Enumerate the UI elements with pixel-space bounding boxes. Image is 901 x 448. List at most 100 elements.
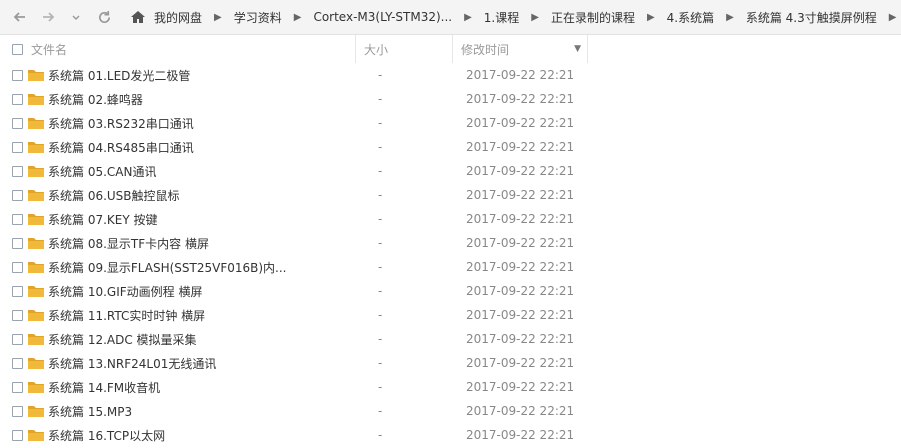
row-checkbox[interactable] bbox=[12, 333, 23, 345]
file-row[interactable]: 系统篇 08.显示TF卡内容 横屏 - 2017-09-22 22:21 bbox=[0, 231, 901, 255]
file-row[interactable]: 系统篇 14.FM收音机 - 2017-09-22 22:21 bbox=[0, 375, 901, 399]
home-icon[interactable] bbox=[130, 10, 146, 24]
file-name[interactable]: 系统篇 07.KEY 按键 bbox=[48, 211, 366, 228]
file-row[interactable]: 系统篇 05.CAN通讯 - 2017-09-22 22:21 bbox=[0, 159, 901, 183]
file-row[interactable]: 系统篇 10.GIF动画例程 横屏 - 2017-09-22 22:21 bbox=[0, 279, 901, 303]
file-size: - bbox=[378, 428, 383, 442]
forward-button[interactable] bbox=[34, 3, 62, 31]
file-row[interactable]: 系统篇 01.LED发光二极管 - 2017-09-22 22:21 bbox=[0, 63, 901, 87]
row-checkbox[interactable] bbox=[12, 165, 23, 177]
file-name[interactable]: 系统篇 04.RS485串口通讯 bbox=[48, 139, 366, 156]
row-checkbox[interactable] bbox=[12, 381, 23, 393]
file-date: 2017-09-22 22:21 bbox=[466, 164, 575, 178]
chevron-right-icon: ▶ bbox=[214, 11, 222, 23]
folder-icon bbox=[28, 406, 44, 417]
breadcrumb-item[interactable]: 我的网盘 bbox=[150, 9, 206, 26]
file-name[interactable]: 系统篇 11.RTC实时时钟 横屏 bbox=[48, 307, 366, 324]
file-row[interactable]: 系统篇 13.NRF24L01无线通讯 - 2017-09-22 22:21 bbox=[0, 351, 901, 375]
breadcrumb-item[interactable]: 4.系统篇 bbox=[663, 9, 718, 26]
file-name[interactable]: 系统篇 12.ADC 模拟量采集 bbox=[48, 331, 366, 348]
row-checkbox[interactable] bbox=[12, 141, 23, 153]
folder-icon bbox=[28, 286, 44, 297]
file-name[interactable]: 系统篇 08.显示TF卡内容 横屏 bbox=[48, 235, 366, 252]
file-date: 2017-09-22 22:21 bbox=[466, 212, 575, 226]
breadcrumb: 我的网盘 ▶ 学习资料 ▶ Cortex-M3(LY-STM32)... ▶ 1… bbox=[130, 9, 901, 26]
file-row[interactable]: 系统篇 09.显示FLASH(SST25VF016B)内... - 2017-09-… bbox=[0, 255, 901, 279]
breadcrumb-item[interactable]: 正在录制的课程 bbox=[547, 9, 639, 26]
file-size: - bbox=[378, 236, 383, 250]
row-checkbox[interactable] bbox=[12, 117, 23, 129]
file-size: - bbox=[378, 188, 383, 202]
file-name[interactable]: 系统篇 02.蜂鸣器 bbox=[48, 91, 366, 108]
file-row[interactable]: 系统篇 11.RTC实时时钟 横屏 - 2017-09-22 22:21 bbox=[0, 303, 901, 327]
chevron-right-icon: ▶ bbox=[888, 11, 897, 23]
file-size: - bbox=[378, 212, 383, 226]
chevron-right-icon: ▶ bbox=[646, 11, 655, 23]
row-checkbox[interactable] bbox=[12, 69, 23, 81]
sort-chevron-icon[interactable]: ▼ bbox=[574, 44, 581, 54]
chevron-right-icon: ▶ bbox=[293, 11, 302, 23]
file-size: - bbox=[378, 284, 383, 298]
file-name[interactable]: 系统篇 16.TCP以太网 bbox=[48, 427, 366, 444]
file-date: 2017-09-22 22:21 bbox=[466, 380, 575, 394]
file-row[interactable]: 系统篇 03.RS232串口通讯 - 2017-09-22 22:21 bbox=[0, 111, 901, 135]
row-checkbox[interactable] bbox=[12, 189, 23, 201]
folder-icon bbox=[28, 238, 44, 249]
refresh-icon bbox=[98, 10, 110, 23]
folder-icon bbox=[28, 334, 44, 345]
folder-icon bbox=[28, 310, 44, 321]
back-button[interactable] bbox=[6, 3, 34, 31]
file-name[interactable]: 系统篇 15.MP3 bbox=[48, 403, 366, 420]
file-size: - bbox=[378, 116, 383, 130]
file-row[interactable]: 系统篇 15.MP3- 2017-09-22 22:21 bbox=[0, 399, 901, 423]
row-checkbox[interactable] bbox=[12, 405, 23, 417]
row-checkbox[interactable] bbox=[12, 237, 23, 249]
file-name[interactable]: 系统篇 06.USB触控鼠标 bbox=[48, 187, 366, 204]
column-header-name[interactable]: 文件名 bbox=[0, 35, 355, 63]
row-checkbox[interactable] bbox=[12, 285, 23, 297]
file-row[interactable]: 系统篇 07.KEY 按键 - 2017-09-22 22:21 bbox=[0, 207, 901, 231]
file-size: - bbox=[378, 164, 383, 178]
column-header-date[interactable]: 修改时间 ▼ bbox=[452, 35, 588, 63]
row-checkbox[interactable] bbox=[12, 357, 23, 369]
file-size: - bbox=[378, 260, 383, 274]
dropdown-button[interactable] bbox=[62, 3, 90, 31]
folder-icon bbox=[28, 214, 44, 225]
select-all-checkbox[interactable] bbox=[12, 43, 23, 55]
breadcrumb-item-current[interactable]: 系统篇 4.3寸触摸屏例程 bbox=[742, 9, 881, 26]
file-name[interactable]: 系统篇 14.FM收音机 bbox=[48, 379, 366, 396]
chevron-right-icon: ▶ bbox=[464, 11, 472, 23]
file-date: 2017-09-22 22:21 bbox=[466, 236, 575, 250]
row-checkbox[interactable] bbox=[12, 429, 23, 441]
file-name[interactable]: 系统篇 09.显示FLASH(SST25VF016B)内... bbox=[48, 259, 366, 276]
folder-icon bbox=[28, 358, 44, 369]
file-name[interactable]: 系统篇 13.NRF24L01无线通讯 bbox=[48, 355, 366, 372]
folder-icon bbox=[28, 70, 44, 81]
row-checkbox[interactable] bbox=[12, 309, 23, 321]
file-row[interactable]: 系统篇 02.蜂鸣器 - 2017-09-22 22:21 bbox=[0, 87, 901, 111]
file-name[interactable]: 系统篇 10.GIF动画例程 横屏 bbox=[48, 283, 366, 300]
row-checkbox[interactable] bbox=[12, 213, 23, 225]
breadcrumb-item[interactable]: 1.课程 bbox=[480, 9, 523, 26]
file-name[interactable]: 系统篇 01.LED发光二极管 bbox=[48, 67, 366, 84]
file-row[interactable]: 系统篇 16.TCP以太网 - 2017-09-22 22:21 bbox=[0, 423, 901, 447]
row-checkbox[interactable] bbox=[12, 261, 23, 273]
chevron-right-icon: ▶ bbox=[726, 11, 734, 23]
file-row[interactable]: 系统篇 12.ADC 模拟量采集 - 2017-09-22 22:21 bbox=[0, 327, 901, 351]
file-row[interactable]: 系统篇 04.RS485串口通讯 - 2017-09-22 22:21 bbox=[0, 135, 901, 159]
column-header-size[interactable]: 大小 bbox=[355, 35, 452, 63]
folder-icon bbox=[28, 118, 44, 129]
column-size-label: 大小 bbox=[364, 42, 389, 57]
file-row[interactable]: 系统篇 06.USB触控鼠标 - 2017-09-22 22:21 bbox=[0, 183, 901, 207]
file-name[interactable]: 系统篇 03.RS232串口通讯 bbox=[48, 115, 366, 132]
refresh-button[interactable] bbox=[90, 3, 118, 31]
file-date: 2017-09-22 22:21 bbox=[466, 356, 575, 370]
file-size: - bbox=[378, 404, 383, 418]
navigation-toolbar: 我的网盘 ▶ 学习资料 ▶ Cortex-M3(LY-STM32)... ▶ 1… bbox=[0, 0, 901, 35]
file-size: - bbox=[378, 68, 383, 82]
file-list: 系统篇 01.LED发光二极管 -2017-09-22 22:21 系统篇 02.蜂… bbox=[0, 63, 901, 447]
file-name[interactable]: 系统篇 05.CAN通讯 bbox=[48, 163, 366, 180]
row-checkbox[interactable] bbox=[12, 93, 23, 105]
breadcrumb-item[interactable]: Cortex-M3(LY-STM32)... bbox=[309, 10, 456, 24]
breadcrumb-item[interactable]: 学习资料 bbox=[230, 9, 286, 26]
